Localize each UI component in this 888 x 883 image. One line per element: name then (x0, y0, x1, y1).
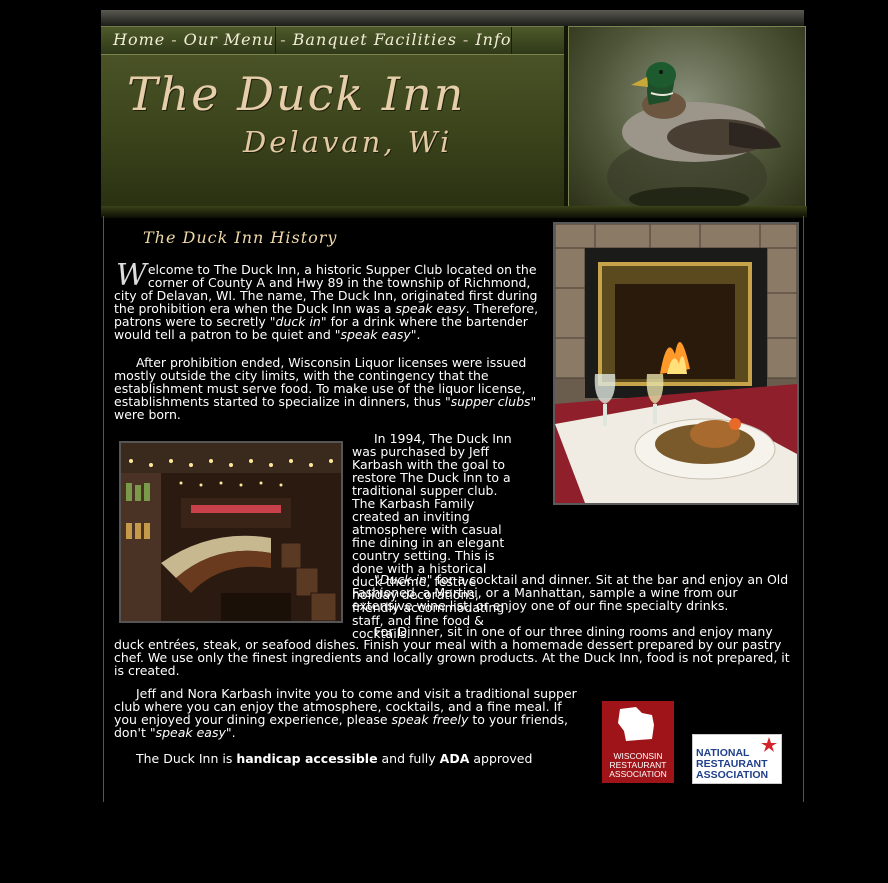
history-paragraph-1: Welcome to The Duck Inn, a historic Supp… (114, 258, 542, 342)
page: Home - Our Menu - Banquet Facilities - Info Th… (101, 10, 807, 802)
text-run-bold: handicap accessible (236, 751, 378, 766)
content-border-left (103, 216, 104, 802)
nav-cell-divider (101, 27, 276, 55)
wisconsin-restaurant-association-logo[interactable]: WISCONSIN RESTAURANT ASSOCIATION (602, 701, 674, 783)
fireplace-dinner-image (555, 224, 797, 503)
mallard-duck-image (607, 62, 781, 215)
text-run-italic: "speak easy" (149, 725, 232, 740)
text-run-italic: "speak easy" (334, 327, 417, 342)
duck-photo (568, 26, 806, 216)
text-run: were born. (114, 407, 181, 422)
text-run-italic: "supper clubs" (444, 394, 537, 409)
wisconsin-state-icon (618, 707, 654, 741)
text-run: The Duck Inn is (136, 751, 237, 766)
drop-cap-letter: W (116, 258, 147, 293)
text-run: . (231, 725, 236, 740)
wra-logo-text: WISCONSIN RESTAURANT ASSOCIATION (609, 751, 667, 779)
nra-logo-text: NATIONAL RESTAURANT ASSOCIATION (696, 747, 769, 781)
nav-bar: Home - Our Menu - Banquet Facilities - Info (101, 26, 566, 55)
national-restaurant-association-logo[interactable]: NATIONAL RESTAURANT ASSOCIATION (692, 734, 782, 784)
banner-bottom-bar (101, 206, 807, 218)
header-top-bar (101, 10, 804, 26)
history-paragraph-7: The Duck Inn is handicap accessible and … (114, 752, 582, 765)
fireplace-dinner-photo (553, 222, 799, 505)
site-title: The Duck Inn (127, 67, 466, 121)
banner: The Duck Inn Delavan, Wi (101, 54, 566, 207)
bar-interior-photo (119, 441, 343, 623)
site-subtitle: Delavan, Wi (243, 125, 453, 159)
history-paragraph-5: For Dinner, sit in one of our three dini… (114, 625, 798, 677)
text-run: . (416, 327, 421, 342)
history-paragraph-4: "Duck in" for a cocktail and dinner. Sit… (352, 573, 798, 612)
text-run-bold: ADA (439, 751, 470, 766)
text-run-italic: speak freely (391, 712, 469, 727)
history-paragraph-2: After prohibition ended, Wisconsin Liquo… (114, 356, 542, 421)
content-border-right (803, 216, 804, 802)
history-paragraph-6: Jeff and Nora Karbash invite you to come… (114, 687, 582, 739)
text-run: approved (469, 751, 533, 766)
text-run: For Dinner, sit in one of our three dini… (114, 624, 790, 678)
history-heading: The Duck Inn History (143, 228, 338, 247)
bar-interior-image (121, 443, 341, 621)
nav-cell-divider (275, 27, 512, 55)
text-run: and fully (377, 751, 440, 766)
